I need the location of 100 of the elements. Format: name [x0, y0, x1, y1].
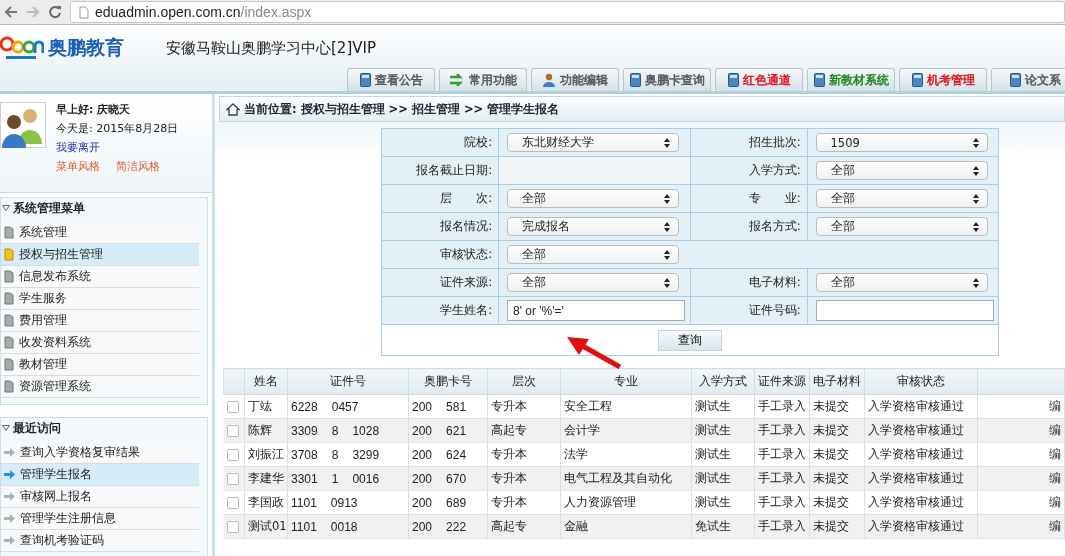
- edit-link[interactable]: 编: [1049, 447, 1061, 461]
- input-field[interactable]: [815, 300, 994, 321]
- column-header[interactable]: 专业: [560, 368, 692, 395]
- nav-tab[interactable]: 常用功能: [439, 68, 527, 91]
- book-icon: [727, 73, 739, 87]
- breadcrumb-link[interactable]: 招生管理: [411, 101, 460, 117]
- field-label: 报名截止日期:: [381, 156, 499, 185]
- dropdown[interactable]: 全部: [815, 273, 988, 292]
- dropdown[interactable]: 全部: [507, 189, 679, 208]
- field-label: 审核状态:: [381, 240, 499, 269]
- row-checkbox[interactable]: [226, 401, 239, 413]
- table-cell: 电气工程及其自动化: [560, 466, 692, 491]
- table-cell: 金融: [560, 514, 692, 539]
- field-label: 学生姓名:: [381, 296, 499, 325]
- field-label: 证件来源:: [381, 268, 499, 297]
- field-label: 报名情况:: [381, 212, 499, 241]
- table-cell: 200: [412, 399, 433, 414]
- recent-item[interactable]: 查询机考验证码: [1, 530, 199, 552]
- updown-icon: [972, 221, 979, 232]
- nav-tab[interactable]: 奥鹏卡查询: [623, 68, 711, 91]
- search-button[interactable]: 查询: [658, 329, 722, 351]
- row-checkbox[interactable]: [226, 425, 239, 437]
- updown-icon: [664, 277, 670, 288]
- table-cell: 1: [331, 471, 339, 486]
- updown-icon: [664, 221, 670, 232]
- breadcrumb-link[interactable]: 授权与招生管理: [300, 101, 385, 117]
- column-header[interactable]: 奥鹏卡号: [408, 368, 488, 395]
- table-cell: 测试生: [691, 490, 755, 515]
- leave-link[interactable]: 我要离开: [56, 140, 179, 155]
- row-checkbox[interactable]: [226, 497, 239, 509]
- recent-item[interactable]: 审核网上报名: [1, 486, 199, 508]
- folder-icon: [4, 314, 14, 327]
- table-cell: 手工录入: [754, 490, 810, 515]
- edit-link[interactable]: 编: [1049, 423, 1061, 437]
- edit-link[interactable]: 编: [1049, 399, 1061, 413]
- breadcrumb-link[interactable]: 管理学生报名: [487, 101, 560, 117]
- table-cell: 222: [446, 519, 467, 534]
- edit-link[interactable]: 编: [1049, 519, 1061, 533]
- recent-item[interactable]: 查询入学资格复审结果: [1, 442, 199, 464]
- row-checkbox[interactable]: [226, 521, 239, 533]
- menu-item[interactable]: 学生服务: [1, 288, 199, 310]
- arrow-icon: [4, 536, 15, 545]
- table-cell: 0018: [330, 519, 358, 534]
- collapse-icon[interactable]: [2, 425, 10, 431]
- field-label: 招生批次:: [690, 128, 807, 157]
- edit-link[interactable]: 编: [1049, 495, 1061, 509]
- row-checkbox[interactable]: [226, 449, 239, 461]
- folder-icon: [4, 226, 14, 239]
- column-header[interactable]: 审核状态: [864, 368, 978, 395]
- address-bar[interactable]: eduadmin.open.com.cn/index.aspx: [70, 1, 1065, 23]
- menu-item[interactable]: 教材管理: [1, 354, 199, 376]
- input-field[interactable]: 8' or '%'=': [507, 300, 685, 321]
- nav-tab[interactable]: 新教材系统: [807, 68, 895, 91]
- dropdown[interactable]: 全部: [815, 161, 988, 180]
- dropdown[interactable]: 全部: [815, 217, 988, 236]
- table-cell: 670: [446, 471, 467, 486]
- dropdown[interactable]: 东北财经大学: [507, 133, 679, 152]
- edit-link[interactable]: 编: [1049, 471, 1061, 485]
- breadcrumb-separator: >>: [388, 102, 408, 116]
- table-cell: 未提交: [809, 490, 865, 515]
- nav-tab[interactable]: 红色通道: [715, 68, 803, 91]
- menu-item[interactable]: 收发资料系统: [1, 332, 199, 354]
- nav-tab[interactable]: 查看公告: [347, 68, 435, 91]
- nav-tab[interactable]: 论文系: [991, 68, 1065, 91]
- forward-icon[interactable]: [26, 6, 40, 18]
- style-link[interactable]: 简洁风格: [116, 159, 160, 174]
- center-title: 安徽马鞍山奥鹏学习中心[2]VIP: [166, 38, 376, 58]
- recent-item[interactable]: 管理学生报名: [1, 464, 199, 486]
- menu-item[interactable]: 授权与招生管理: [1, 244, 199, 266]
- column-header[interactable]: 证件号: [287, 368, 409, 395]
- collapse-icon[interactable]: [2, 205, 10, 211]
- recent-item[interactable]: 管理学生注册信息: [1, 508, 199, 530]
- menu-item[interactable]: 资源管理系统: [1, 376, 199, 398]
- table-cell: 8: [331, 423, 339, 438]
- nav-tab[interactable]: 功能编辑: [531, 68, 619, 91]
- dropdown[interactable]: 1509: [815, 133, 988, 152]
- column-header[interactable]: 证件来源: [754, 368, 810, 395]
- avatar-drawing: [0, 102, 46, 148]
- breadcrumb-label: 当前位置:: [244, 101, 297, 117]
- back-icon[interactable]: [4, 6, 18, 18]
- column-header[interactable]: 层次: [487, 368, 561, 395]
- style-link[interactable]: 菜单风格: [56, 159, 100, 174]
- greeting-text: 早上好: 庆晓天: [56, 102, 132, 117]
- column-header[interactable]: 入学方式: [691, 368, 755, 395]
- table-cell: 200: [412, 495, 433, 510]
- dropdown[interactable]: 全部: [815, 189, 988, 208]
- dropdown[interactable]: 全部: [507, 273, 679, 292]
- reload-icon[interactable]: [48, 5, 62, 19]
- dropdown[interactable]: 全部: [507, 245, 679, 264]
- column-header[interactable]: 电子材料: [809, 368, 865, 395]
- updown-icon: [664, 193, 670, 204]
- row-checkbox[interactable]: [226, 473, 239, 485]
- menu-title[interactable]: 系统管理菜单: [13, 200, 85, 216]
- nav-tab[interactable]: 机考管理: [899, 68, 987, 91]
- dropdown[interactable]: 完成报名: [507, 217, 679, 236]
- menu-item[interactable]: 系统管理: [1, 222, 199, 244]
- column-header[interactable]: 姓名: [244, 368, 288, 395]
- recent-title[interactable]: 最近访问: [13, 420, 61, 436]
- menu-item[interactable]: 费用管理: [1, 310, 199, 332]
- menu-item[interactable]: 信息发布系统: [1, 266, 199, 288]
